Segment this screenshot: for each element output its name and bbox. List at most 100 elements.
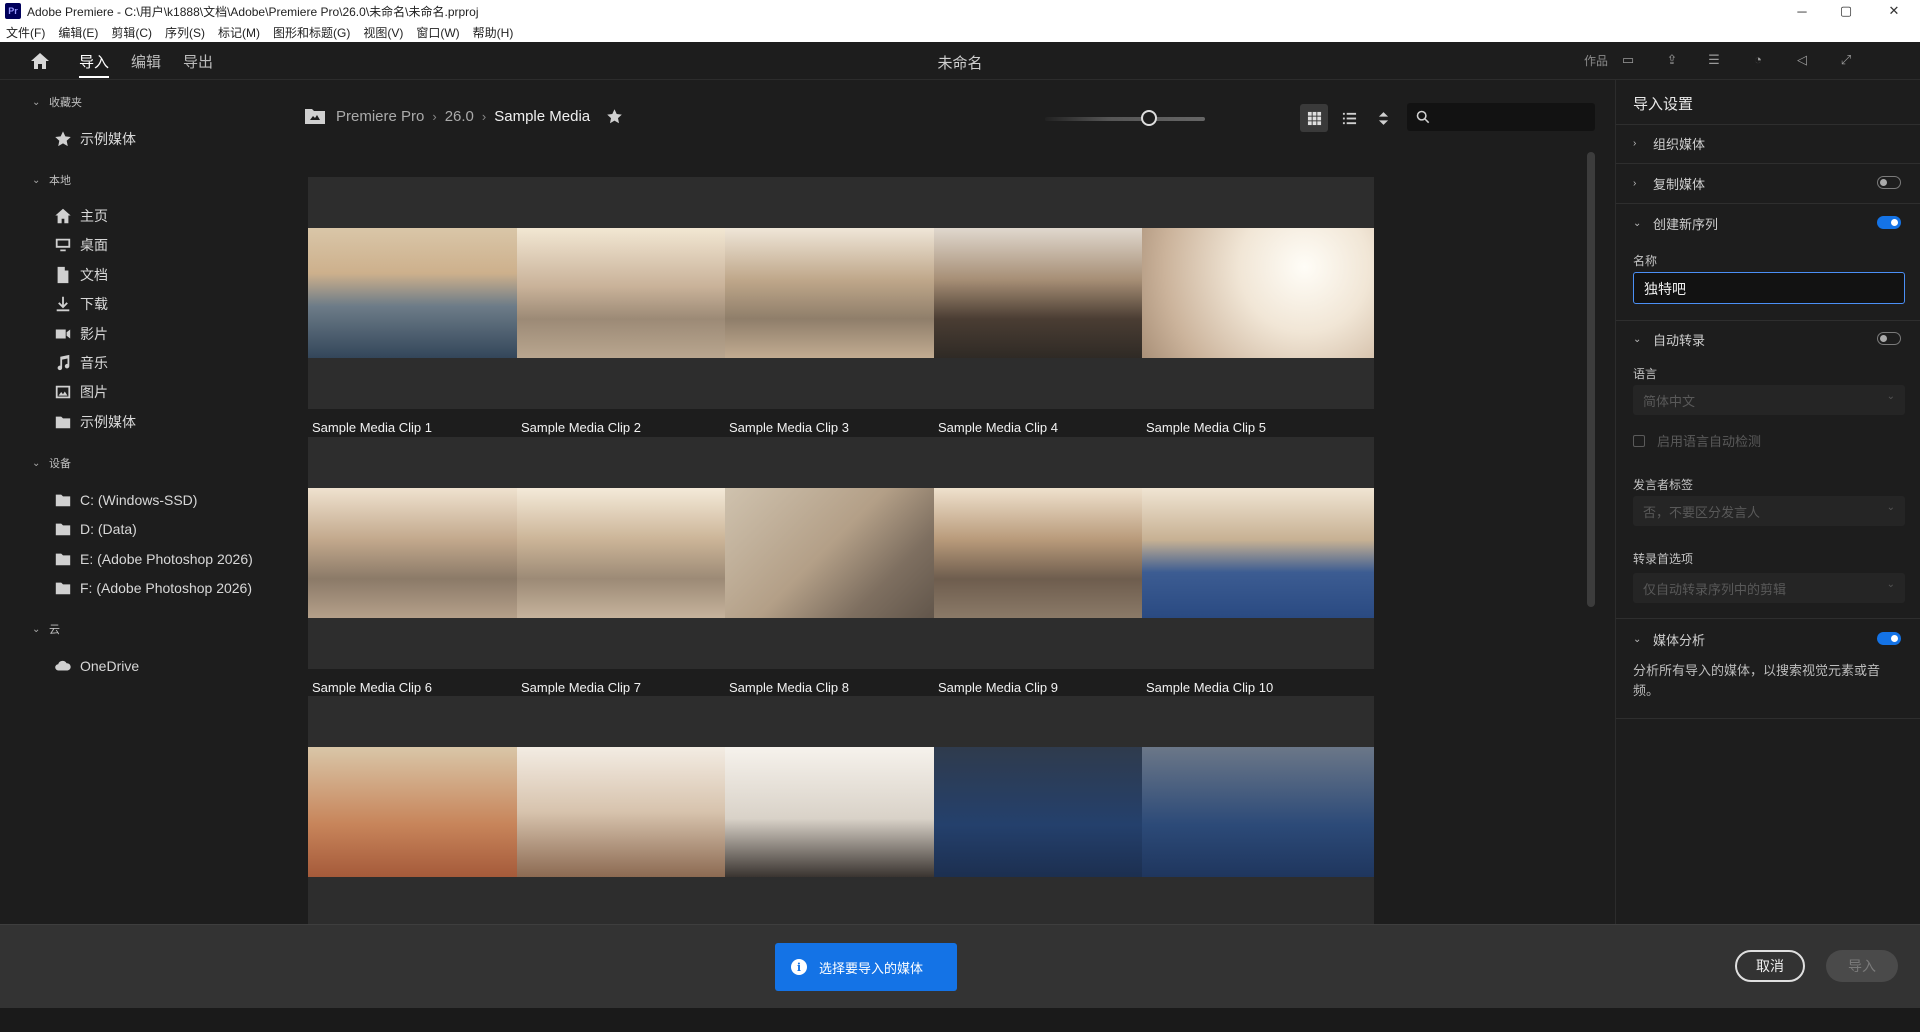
menu-graphics[interactable]: 图形和标题(G)	[273, 24, 350, 41]
language-select[interactable]: 简体中文 ⌄	[1633, 385, 1905, 415]
search-input[interactable]	[1407, 103, 1595, 131]
clip-thumbnail[interactable]	[1142, 177, 1374, 409]
clip-thumbnail[interactable]	[725, 437, 957, 669]
media-analysis-toggle[interactable]	[1877, 632, 1901, 645]
auto-transcribe-row[interactable]: ⌄ 自动转录	[1633, 327, 1901, 351]
clip-thumbnail[interactable]	[725, 177, 957, 409]
tab-import[interactable]: 导入	[79, 51, 109, 72]
minimize-button[interactable]: ─	[1780, 0, 1824, 22]
panel-layout-icon[interactable]: ▭	[1618, 52, 1638, 70]
sidebar-item-sample-media-fav[interactable]: 示例媒体	[52, 127, 136, 151]
grid-scrollbar[interactable]	[1587, 152, 1595, 607]
sidebar-item-drive-d[interactable]: D: (Data)	[52, 517, 137, 541]
clip-card[interactable]	[517, 696, 749, 924]
sidebar-item-sample-media[interactable]: 示例媒体	[52, 410, 136, 434]
section-favorites[interactable]: ⌄ 收藏夹	[32, 94, 82, 110]
sidebar-item-music[interactable]: 音乐	[52, 351, 108, 375]
menu-markers[interactable]: 标记(M)	[218, 24, 260, 41]
tab-edit[interactable]: 编辑	[131, 51, 161, 72]
clip-card[interactable]: Sample Media Clip 3MP4 - :19	[725, 177, 957, 455]
section-local[interactable]: ⌄ 本地	[32, 172, 71, 188]
thumbnail-size-slider[interactable]	[1045, 117, 1205, 121]
clip-title: Sample Media Clip 8	[729, 680, 849, 695]
grid-view-icon[interactable]	[1300, 104, 1328, 132]
clip-thumbnail[interactable]	[934, 437, 1166, 669]
fullscreen-icon[interactable]: ⤢	[1836, 52, 1856, 70]
create-sequence-toggle[interactable]	[1877, 216, 1901, 229]
chevron-down-icon: ⌄	[32, 457, 41, 469]
clip-card[interactable]: Sample Media Clip 6MP4 - :05	[308, 437, 540, 715]
clip-card[interactable]	[308, 696, 540, 924]
sidebar-item-home[interactable]: 主页	[52, 204, 108, 228]
menu-help[interactable]: 帮助(H)	[473, 24, 514, 41]
sort-icon[interactable]	[1369, 104, 1397, 132]
copy-media-toggle[interactable]	[1877, 176, 1901, 189]
menu-window[interactable]: 窗口(W)	[416, 24, 459, 41]
clip-card[interactable]: Sample Media Clip 7MP4 - :12	[517, 437, 749, 715]
menu-sequence[interactable]: 序列(S)	[165, 24, 205, 41]
clip-thumbnail[interactable]	[934, 696, 1166, 924]
clip-thumbnail[interactable]	[1142, 696, 1374, 924]
clip-thumbnail[interactable]	[517, 696, 749, 924]
clip-card[interactable]: Sample Media Clip 5MP4 - :11	[1142, 177, 1374, 455]
sidebar-item-pictures[interactable]: 图片	[52, 380, 108, 404]
organize-media-row[interactable]: › 组织媒体	[1633, 131, 1901, 155]
speaker-select[interactable]: 否，不要区分发言人 ⌄	[1633, 496, 1905, 526]
clip-card[interactable]	[725, 696, 957, 924]
sidebar-item-desktop[interactable]: 桌面	[52, 233, 108, 257]
sidebar-item-videos[interactable]: 影片	[52, 322, 108, 346]
clip-card[interactable]: Sample Media Clip 2MP4 - :16	[517, 177, 749, 455]
clip-card[interactable]	[1142, 696, 1374, 924]
create-sequence-row[interactable]: ⌄ 创建新序列	[1633, 211, 1901, 235]
sidebar-item-documents[interactable]: 文档	[52, 263, 108, 287]
clip-thumbnail[interactable]	[517, 437, 749, 669]
folder-icon[interactable]	[304, 107, 326, 125]
sidebar-item-downloads[interactable]: 下载	[52, 292, 108, 316]
auto-transcribe-toggle[interactable]	[1877, 332, 1901, 345]
clip-thumbnail[interactable]	[725, 696, 957, 924]
home-icon[interactable]	[29, 51, 51, 71]
sidebar-item-onedrive[interactable]: OneDrive	[52, 654, 139, 678]
clip-thumbnail[interactable]	[308, 696, 540, 924]
close-button[interactable]: ✕	[1872, 0, 1916, 22]
section-cloud[interactable]: ⌄ 云	[32, 621, 60, 637]
maximize-button[interactable]: ▢	[1824, 0, 1868, 22]
clip-thumbnail[interactable]	[308, 177, 540, 409]
menu-file[interactable]: 文件(F)	[6, 24, 45, 41]
section-devices[interactable]: ⌄ 设备	[32, 455, 71, 471]
sidebar-item-drive-f[interactable]: F: (Adobe Photoshop 2026)	[52, 576, 252, 600]
quick-export-icon[interactable]: ⇪	[1662, 52, 1682, 70]
clip-card[interactable]: Sample Media Clip 8MP4 - :24	[725, 437, 957, 715]
import-button[interactable]: 导入	[1826, 950, 1898, 982]
sidebar-item-drive-e[interactable]: E: (Adobe Photoshop 2026)	[52, 547, 253, 571]
clip-card[interactable]: Sample Media Clip 10MP4 - :31	[1142, 437, 1374, 715]
workspaces-icon[interactable]: ☰	[1704, 52, 1724, 70]
clip-card[interactable]: Sample Media Clip 4MP4 - :15	[934, 177, 1166, 455]
clip-thumbnail[interactable]	[1142, 437, 1374, 669]
progress-icon[interactable]: ◔	[1748, 52, 1768, 70]
clip-card[interactable]: Sample Media Clip 9MP4 - :08	[934, 437, 1166, 715]
clip-thumbnail[interactable]	[517, 177, 749, 409]
sidebar-item-drive-c[interactable]: C: (Windows-SSD)	[52, 488, 197, 512]
menu-view[interactable]: 视图(V)	[363, 24, 403, 41]
tab-export[interactable]: 导出	[183, 51, 213, 72]
clip-thumbnail[interactable]	[308, 437, 540, 669]
menu-edit[interactable]: 编辑(E)	[58, 24, 98, 41]
media-analysis-row[interactable]: ⌄ 媒体分析	[1633, 627, 1901, 651]
menu-clip[interactable]: 剪辑(C)	[111, 24, 152, 41]
volume-icon[interactable]: ◁	[1792, 52, 1812, 70]
auto-detect-checkbox[interactable]: 启用语言自动检测	[1633, 431, 1761, 450]
clip-card[interactable]	[934, 696, 1166, 924]
slider-handle[interactable]	[1141, 110, 1157, 126]
clip-card[interactable]: Sample Media Clip 1MP4 - :24	[308, 177, 540, 455]
breadcrumb-item[interactable]: Premiere Pro	[336, 108, 424, 125]
transcribe-pref-select[interactable]: 仅自动转录序列中的剪辑 ⌄	[1633, 573, 1905, 603]
list-view-icon[interactable]	[1335, 104, 1363, 132]
breadcrumb-item[interactable]: 26.0	[445, 108, 474, 125]
favorite-star-icon[interactable]	[606, 108, 623, 125]
cancel-button[interactable]: 取消	[1735, 950, 1805, 982]
clip-thumbnail[interactable]	[934, 177, 1166, 409]
productions-label[interactable]: 作品	[1582, 52, 1610, 70]
copy-media-row[interactable]: › 复制媒体	[1633, 171, 1901, 195]
sequence-name-field[interactable]: 独特吧	[1633, 272, 1905, 304]
